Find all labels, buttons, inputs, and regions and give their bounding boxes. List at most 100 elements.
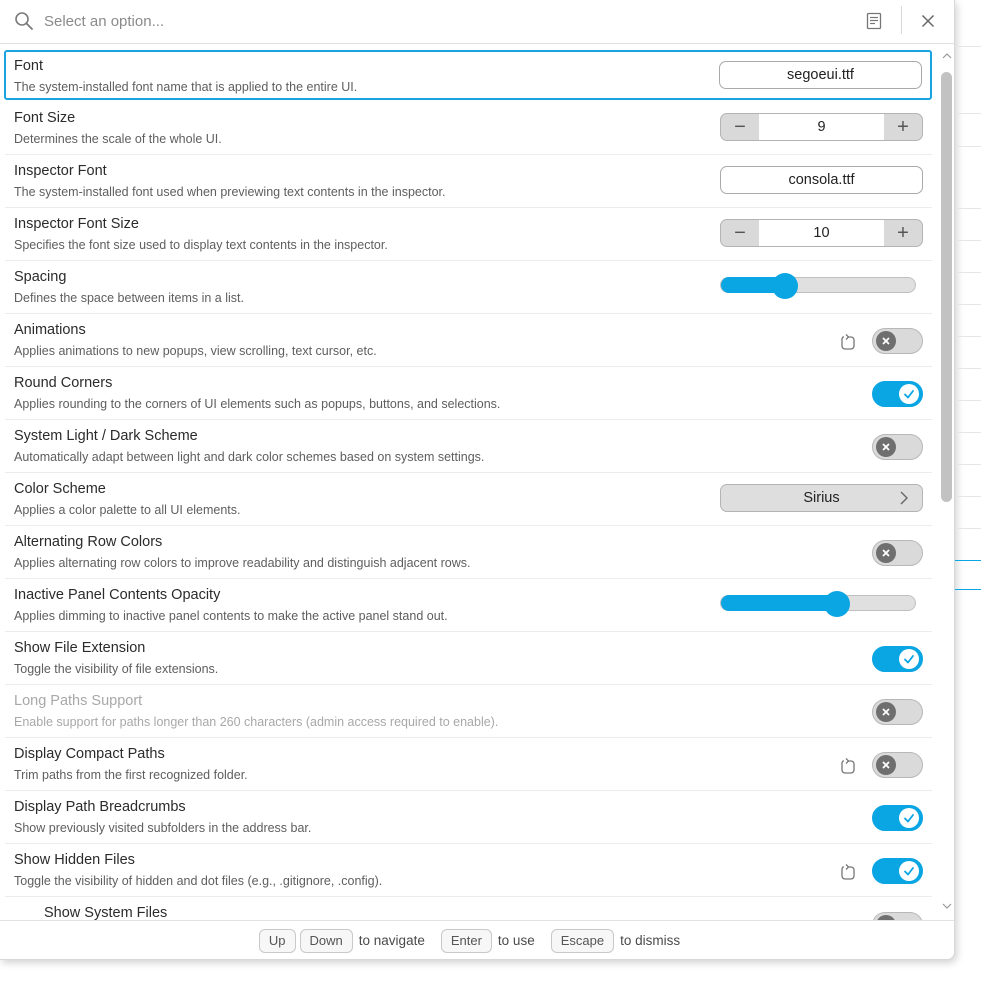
setting-row[interactable]: Show Hidden Files Toggle the visibility o… [5, 845, 932, 897]
scrollbar[interactable] [939, 50, 954, 920]
background-selection-line [955, 589, 981, 590]
check-icon [904, 655, 914, 664]
search-icon [15, 12, 33, 30]
setting-title: Display Path Breadcrumbs [14, 799, 186, 815]
decrement-button[interactable]: − [721, 114, 759, 140]
setting-description: Applies animations to new popups, view s… [14, 344, 377, 358]
reset-icon[interactable] [839, 333, 857, 351]
reset-icon[interactable] [839, 757, 857, 775]
background-row-line [955, 336, 981, 337]
toggle-knob-on [899, 649, 919, 669]
setting-number-stepper[interactable]: −9 + [720, 113, 923, 141]
setting-row[interactable]: Show File Extension Toggle the visibility… [5, 633, 932, 685]
background-row-line [955, 240, 981, 241]
color-scheme-select[interactable]: Sirius [720, 484, 923, 512]
setting-toggle[interactable] [872, 752, 923, 778]
decrement-button[interactable]: − [721, 220, 759, 246]
setting-row[interactable]: Font Size Determines the scale of the who… [5, 103, 932, 155]
select-value: Sirius [803, 490, 840, 506]
background-row-line [955, 113, 981, 114]
setting-row[interactable]: Display Compact Paths Trim paths from the… [5, 739, 932, 791]
setting-row[interactable]: Inspector Font The system-installed font … [5, 156, 932, 208]
setting-row[interactable]: Display Path Breadcrumbs Show previously … [5, 792, 932, 844]
slider-fill [721, 595, 838, 611]
reset-icon[interactable] [839, 863, 857, 881]
slider-thumb[interactable] [824, 591, 851, 617]
background-selection-line [955, 560, 981, 561]
scroll-down-icon[interactable] [942, 902, 952, 910]
setting-title: Show File Extension [14, 640, 146, 656]
setting-row[interactable]: Font The system-installed font name that … [4, 50, 932, 100]
toggle-knob-off [876, 543, 896, 563]
toggle-knob-on [899, 384, 919, 404]
setting-slider[interactable] [720, 273, 916, 299]
x-icon [882, 549, 890, 557]
setting-row[interactable]: System Light / Dark Scheme Automatically … [5, 421, 932, 473]
key-up: Up [258, 928, 296, 953]
x-icon [882, 761, 890, 769]
setting-description: Toggle the visibility of hidden and dot … [14, 874, 383, 888]
search-input[interactable] [44, 10, 824, 32]
setting-toggle[interactable] [872, 434, 923, 460]
setting-description: Trim paths from the first recognized fol… [14, 768, 248, 782]
setting-row[interactable]: Animations Applies animations to new popu… [5, 315, 932, 367]
setting-slider[interactable] [720, 591, 916, 617]
setting-row[interactable]: Spacing Defines the space between items i… [5, 262, 932, 314]
toggle-knob-on [899, 861, 919, 881]
setting-toggle[interactable] [872, 646, 923, 672]
scrollbar-thumb[interactable] [941, 72, 952, 502]
setting-row[interactable]: Round Corners Applies rounding to the cor… [5, 368, 932, 420]
setting-row[interactable]: Alternating Row Colors Applies alternatin… [5, 527, 932, 579]
command-popup: Font The system-installed font name that … [0, 0, 955, 960]
key-escape: Escape [550, 928, 615, 953]
setting-text-field[interactable]: consola.ttf [720, 166, 923, 194]
setting-toggle[interactable] [872, 381, 923, 407]
setting-toggle[interactable] [872, 699, 923, 725]
setting-title: Color Scheme [14, 481, 106, 497]
setting-title: Inactive Panel Contents Opacity [14, 587, 221, 603]
setting-title: Animations [14, 322, 86, 338]
notes-button[interactable] [860, 8, 888, 34]
setting-toggle[interactable] [872, 912, 923, 920]
background-row-line [955, 272, 981, 273]
setting-description: Applies dimming to inactive panel conten… [14, 609, 448, 623]
key-hint-label: to dismiss [620, 933, 681, 948]
setting-row[interactable]: Long Paths Support Enable support for pat… [5, 686, 932, 738]
setting-title: Show System Files [44, 905, 168, 920]
setting-title: Font Size [14, 110, 76, 126]
background-app-strip [955, 0, 981, 982]
setting-text-field[interactable]: segoeui.ttf [719, 61, 922, 89]
toggle-knob-off [876, 331, 896, 351]
stepper-value[interactable]: 10 [759, 220, 884, 246]
setting-toggle[interactable] [872, 328, 923, 354]
key-hint-label: to navigate [358, 933, 425, 948]
slider-thumb[interactable] [772, 273, 799, 299]
setting-toggle[interactable] [872, 858, 923, 884]
background-row-line [955, 46, 981, 47]
increment-button[interactable]: + [884, 114, 922, 140]
toggle-knob-on [899, 808, 919, 828]
setting-number-stepper[interactable]: −10 + [720, 219, 923, 247]
setting-row[interactable]: Inactive Panel Contents Opacity Applies d… [5, 580, 932, 632]
search-bar [0, 0, 954, 44]
setting-title: Alternating Row Colors [14, 534, 163, 550]
close-button[interactable] [914, 8, 942, 34]
x-icon [882, 443, 890, 451]
background-row-line [955, 400, 981, 401]
setting-row[interactable]: Show System Files [5, 898, 932, 920]
setting-description: Applies alternating row colors to improv… [14, 556, 471, 570]
background-row-line [955, 304, 981, 305]
background-row-line [955, 496, 981, 497]
setting-description: Applies rounding to the corners of UI el… [14, 397, 501, 411]
setting-toggle[interactable] [872, 540, 923, 566]
scroll-up-icon[interactable] [942, 52, 952, 60]
setting-description: Enable support for paths longer than 260… [14, 715, 499, 729]
setting-title: Round Corners [14, 375, 113, 391]
setting-row[interactable]: Color Scheme Applies a color palette to a… [5, 474, 932, 526]
setting-title: Font [14, 58, 44, 74]
stepper-value[interactable]: 9 [759, 114, 884, 140]
setting-row[interactable]: Inspector Font Size Specifies the font si… [5, 209, 932, 261]
setting-toggle[interactable] [872, 805, 923, 831]
settings-list: Font The system-installed font name that … [0, 46, 940, 920]
increment-button[interactable]: + [884, 220, 922, 246]
